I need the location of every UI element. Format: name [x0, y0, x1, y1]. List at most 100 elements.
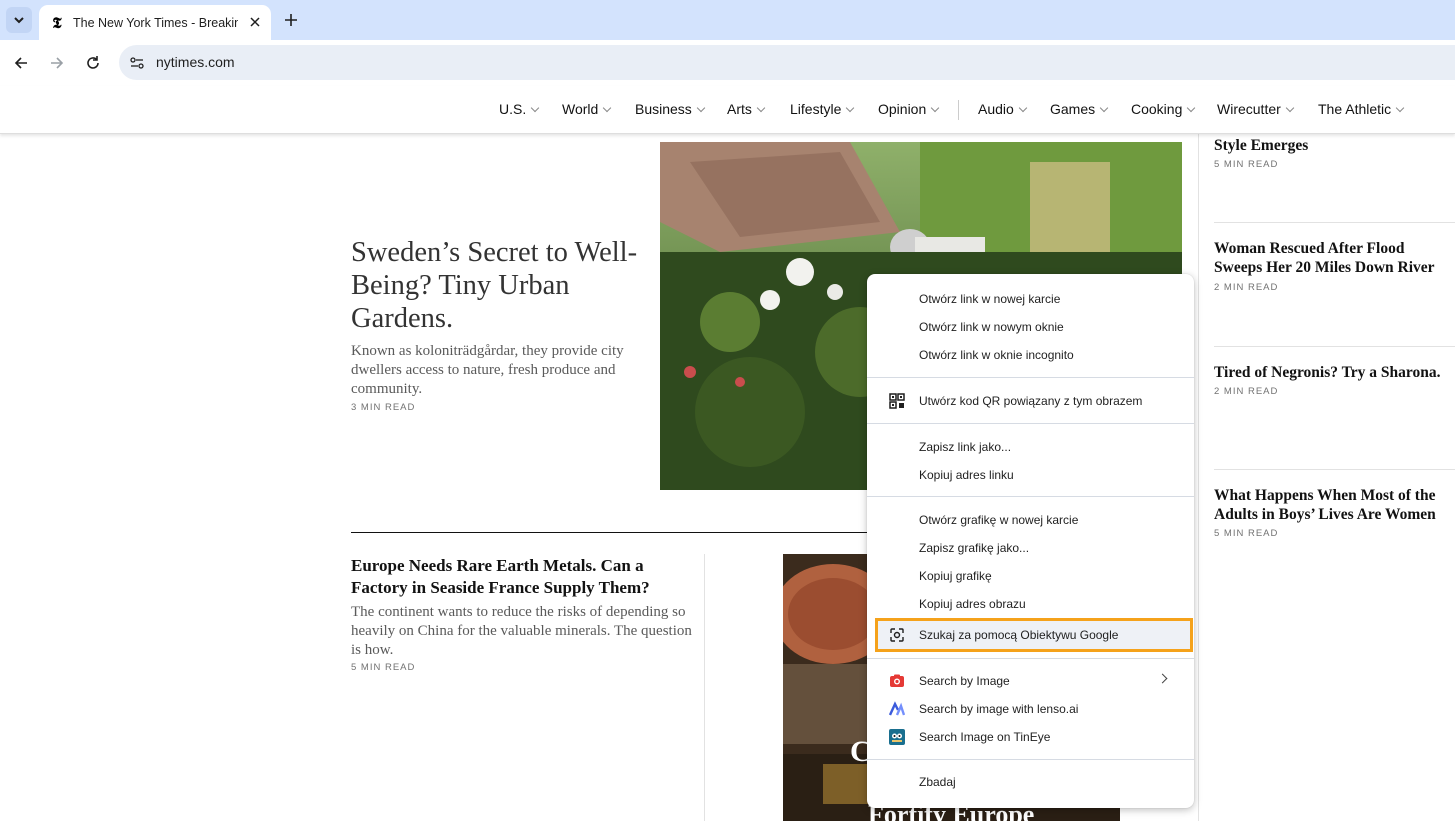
chevron-down-icon: [603, 104, 611, 112]
hero-headline[interactable]: Sweden’s Secret to Well-Being? Tiny Urba…: [351, 236, 651, 335]
nav-item-the-athletic[interactable]: The Athletic: [1318, 101, 1403, 117]
forward-icon: [49, 55, 65, 71]
story-read-time: 5 MIN READ: [351, 662, 415, 673]
rail-divider: [1214, 222, 1455, 223]
menu-item-copy-image[interactable]: Kopiuj grafikę: [867, 562, 1194, 590]
menu-item-label: Otwórz link w oknie incognito: [919, 348, 1074, 362]
menu-item-label: Utwórz kod QR powiązany z tym obrazem: [919, 394, 1142, 408]
nav-item-wirecutter[interactable]: Wirecutter: [1217, 101, 1293, 117]
rail-headline[interactable]: Woman Rescued After Flood Sweeps Her 20 …: [1214, 239, 1446, 277]
nav-item-us[interactable]: U.S.: [499, 101, 538, 117]
tab-search-button[interactable]: [6, 7, 32, 33]
menu-item-search-lenso[interactable]: Search by image with lenso.ai: [867, 695, 1194, 723]
menu-item-save-image-as[interactable]: Zapisz grafikę jako...: [867, 534, 1194, 562]
rail-separator: [1198, 134, 1199, 821]
menu-item-label: Szukaj za pomocą Obiektywu Google: [919, 628, 1118, 642]
site-info-icon[interactable]: [127, 53, 147, 73]
nav-item-business[interactable]: Business: [635, 101, 704, 117]
nav-item-world[interactable]: World: [562, 101, 610, 117]
url-text: nytimes.com: [156, 54, 235, 70]
address-bar[interactable]: nytimes.com: [119, 45, 1455, 80]
back-icon: [13, 55, 29, 71]
rail-headline[interactable]: Style Emerges: [1214, 136, 1446, 155]
menu-item-open-link-new-tab[interactable]: Otwórz link w nowej karcie: [867, 285, 1194, 313]
menu-separator: [867, 658, 1194, 659]
reload-button[interactable]: [81, 51, 105, 75]
menu-separator: [867, 423, 1194, 424]
hero-summary[interactable]: Known as koloniträdgårdar, they provide …: [351, 342, 651, 399]
menu-item-label: Zapisz grafikę jako...: [919, 541, 1029, 555]
chevron-down-icon: [1100, 104, 1108, 112]
nav-label: U.S.: [499, 101, 526, 117]
lenso-icon: [889, 701, 905, 717]
hero-read-time: 3 MIN READ: [351, 402, 415, 413]
active-tab[interactable]: 𝕿 The New York Times - Breaking News, US…: [39, 5, 271, 40]
menu-item-label: Search Image on TinEye: [919, 730, 1050, 744]
menu-item-label: Otwórz link w nowym oknie: [919, 320, 1064, 334]
menu-item-copy-link-address[interactable]: Kopiuj adres linku: [867, 461, 1194, 489]
nav-item-cooking[interactable]: Cooking: [1131, 101, 1194, 117]
google-lens-icon: [889, 627, 905, 643]
chevron-down-icon: [1286, 104, 1294, 112]
nav-label: Audio: [978, 101, 1014, 117]
nav-item-arts[interactable]: Arts: [727, 101, 764, 117]
menu-item-create-qr[interactable]: Utwórz kod QR powiązany z tym obrazem: [867, 387, 1194, 415]
plus-icon: [285, 14, 297, 26]
rail-read-time: 5 MIN READ: [1214, 528, 1278, 539]
menu-separator: [867, 377, 1194, 378]
nav-label: World: [562, 101, 598, 117]
nav-label: Lifestyle: [790, 101, 841, 117]
menu-item-label: Kopiuj adres obrazu: [919, 597, 1026, 611]
camera-icon: [889, 673, 905, 689]
chevron-right-icon: [1158, 674, 1168, 684]
rail-read-time: 5 MIN READ: [1214, 159, 1278, 170]
rail-divider: [1214, 346, 1455, 347]
menu-item-label: Search by image with lenso.ai: [919, 702, 1078, 716]
chevron-down-icon: [697, 104, 705, 112]
menu-item-label: Zbadaj: [919, 775, 956, 789]
column-separator: [704, 554, 705, 821]
menu-item-label: Search by Image: [919, 674, 1010, 688]
rail-headline[interactable]: What Happens When Most of the Adults in …: [1214, 486, 1446, 524]
nav-item-lifestyle[interactable]: Lifestyle: [790, 101, 853, 117]
menu-item-label: Otwórz link w nowej karcie: [919, 292, 1060, 306]
menu-item-label: Otwórz grafikę w nowej karcie: [919, 513, 1078, 527]
menu-item-save-link-as[interactable]: Zapisz link jako...: [867, 433, 1194, 461]
chevron-down-icon: [1187, 104, 1195, 112]
rail-headline[interactable]: Tired of Negronis? Try a Sharona.: [1214, 363, 1446, 382]
context-menu: Otwórz link w nowej karcie Otwórz link w…: [867, 274, 1194, 808]
menu-item-open-link-new-window[interactable]: Otwórz link w nowym oknie: [867, 313, 1194, 341]
menu-item-search-by-image[interactable]: Search by Image: [867, 667, 1194, 695]
tineye-icon: [889, 729, 905, 745]
nav-item-audio[interactable]: Audio: [978, 101, 1026, 117]
nyt-favicon: 𝕿: [49, 15, 65, 31]
reload-icon: [85, 55, 101, 71]
qr-code-icon: [889, 393, 905, 409]
close-icon[interactable]: [247, 14, 263, 30]
nav-divider: [958, 100, 959, 120]
story-summary[interactable]: The continent wants to reduce the risks …: [351, 603, 696, 660]
nav-label: Opinion: [878, 101, 926, 117]
menu-item-open-image-new-tab[interactable]: Otwórz grafikę w nowej karcie: [867, 506, 1194, 534]
rail-divider: [1214, 469, 1455, 470]
nav-item-games[interactable]: Games: [1050, 101, 1107, 117]
menu-item-search-google-lens[interactable]: Szukaj za pomocą Obiektywu Google: [867, 621, 1194, 649]
tab-title: The New York Times - Breaking News, US N…: [73, 16, 238, 30]
chevron-down-icon: [1396, 104, 1404, 112]
menu-separator: [867, 496, 1194, 497]
section-divider: [351, 532, 891, 533]
menu-item-copy-image-address[interactable]: Kopiuj adres obrazu: [867, 590, 1194, 618]
menu-item-open-link-incognito[interactable]: Otwórz link w oknie incognito: [867, 341, 1194, 369]
nav-item-opinion[interactable]: Opinion: [878, 101, 938, 117]
new-tab-button[interactable]: [280, 9, 302, 31]
story-headline[interactable]: Europe Needs Rare Earth Metals. Can a Fa…: [351, 555, 691, 599]
nav-label: Business: [635, 101, 692, 117]
chevron-down-icon: [931, 104, 939, 112]
forward-button[interactable]: [45, 51, 69, 75]
menu-item-inspect[interactable]: Zbadaj: [867, 768, 1194, 796]
chevron-down-icon: [13, 14, 25, 26]
nav-label: Cooking: [1131, 101, 1182, 117]
menu-item-search-tineye[interactable]: Search Image on TinEye: [867, 723, 1194, 751]
back-button[interactable]: [9, 51, 33, 75]
menu-item-label: Kopiuj grafikę: [919, 569, 992, 583]
